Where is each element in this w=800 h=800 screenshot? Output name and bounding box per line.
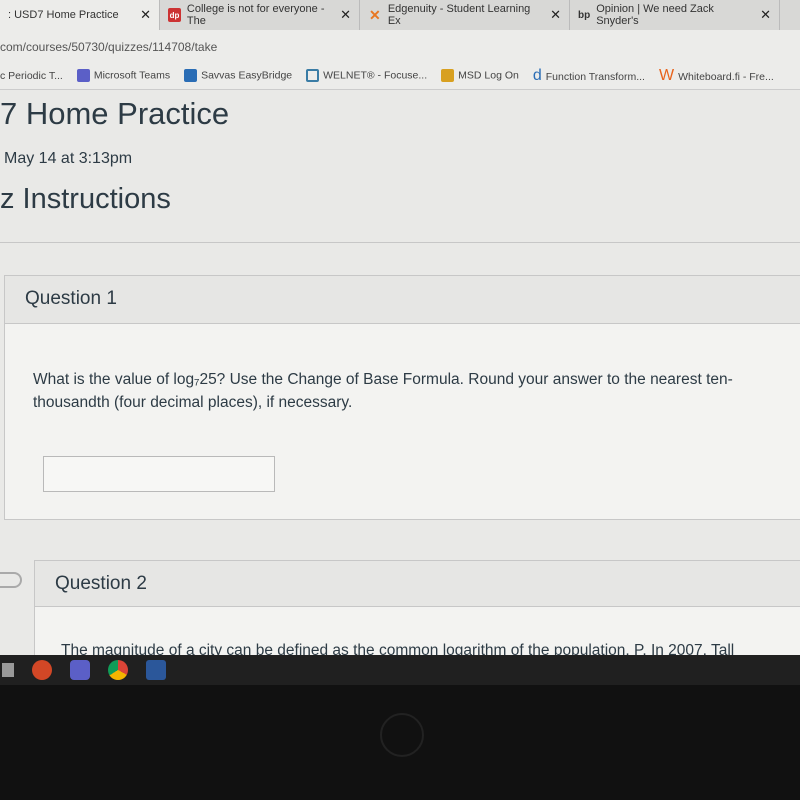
answer-input[interactable] [43,456,275,492]
tab-label: College is not for everyone - The [186,3,325,27]
bookmarks-bar: c Periodic T... Microsoft Teams Savvas E… [0,62,800,90]
tab-label: : USD7 Home Practice [8,9,119,21]
tab-bar: : USD7 Home Practice ✕ dp College is not f… [0,0,800,30]
bookmark-teams[interactable]: Microsoft Teams [76,69,170,82]
bookmark-msd[interactable]: MSD Log On [441,69,519,82]
dp-icon: dp [168,8,181,22]
question-1: Question 1 What is the value of log₇25? … [4,275,800,520]
instructions-heading: z Instructions [0,183,171,215]
teams-icon [76,69,90,82]
monitor-bezel [0,685,800,800]
screen: : USD7 Home Practice ✕ dp College is not f… [0,0,800,690]
store-icon[interactable] [2,663,14,677]
savvas-icon [184,69,198,82]
whiteboard-icon: W [658,66,675,84]
question-header: Question 2 [35,561,800,607]
word-icon[interactable] [146,660,166,680]
close-icon[interactable]: ✕ [340,7,351,23]
bookmark-savvas[interactable]: Savvas EasyBridge [184,69,292,82]
divider [0,242,800,243]
tab-opinion[interactable]: bp Opinion | We need Zack Snyder's ✕ [570,0,780,30]
tab-college[interactable]: dp College is not for everyone - The ✕ [160,0,360,30]
edgenuity-icon: ✕ [369,6,381,23]
due-date: May 14 at 3:13pm [4,150,133,167]
bookmark[interactable]: c Periodic T... [0,70,63,82]
tab-home-practice[interactable]: : USD7 Home Practice ✕ [0,0,160,30]
close-icon[interactable]: ✕ [550,7,561,23]
bookmark-whiteboard[interactable]: W Whiteboard.fi - Fre... [659,67,774,85]
bp-icon: bp [578,9,591,21]
taskbar [0,655,800,685]
flag-icon[interactable] [0,572,22,588]
question-text: What is the value of log₇25? Use the Cha… [33,371,733,411]
bookmark-function[interactable]: d Function Transform... [533,67,645,85]
bookmark-welnet[interactable]: WELNET® - Focuse... [306,69,427,82]
chrome-icon[interactable] [108,660,128,680]
page-title: 7 Home Practice [0,96,230,131]
desmos-icon: d [532,66,542,84]
tab-label: Edgenuity - Student Learning Ex [387,3,531,27]
hp-logo [380,713,424,757]
tab-edgenuity[interactable]: ✕ Edgenuity - Student Learning Ex ✕ [360,0,570,30]
welnet-icon [306,69,320,82]
tab-label: Opinion | We need Zack Snyder's [596,3,714,27]
close-icon[interactable]: ✕ [140,7,151,23]
close-icon[interactable]: ✕ [760,7,771,23]
address-bar[interactable]: com/courses/50730/quizzes/114708/take [0,30,800,62]
question-header: Question 1 [5,276,800,324]
powerpoint-icon[interactable] [32,660,52,680]
teams-icon[interactable] [70,660,90,680]
msd-icon [441,69,455,82]
quiz-page: 7 Home Practice May 14 at 3:13pm z Instr… [0,90,800,690]
